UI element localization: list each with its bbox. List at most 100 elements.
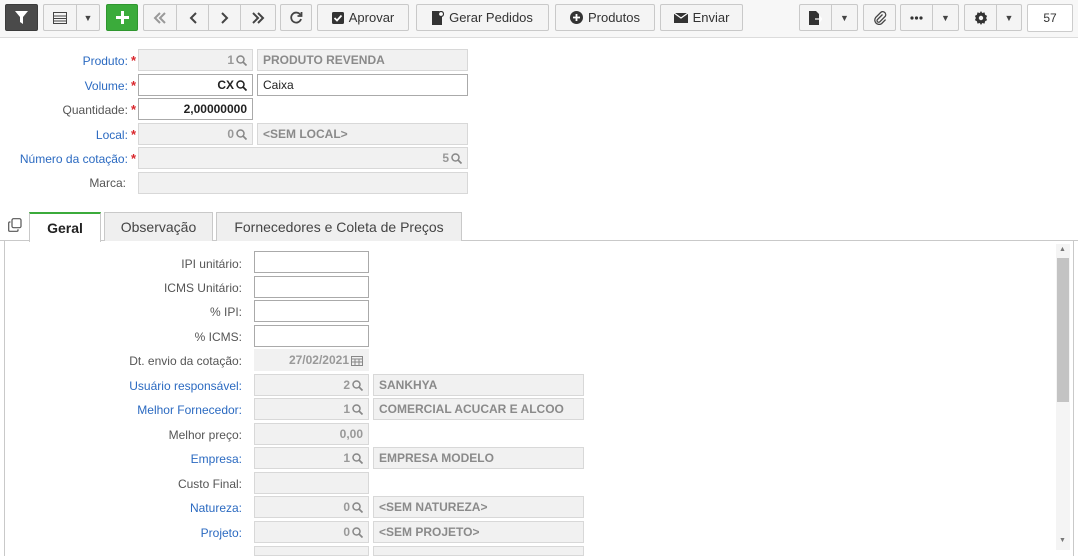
local-code-value: 0 [227,127,234,141]
previous-record-button[interactable] [176,4,209,31]
chevron-right-icon [220,11,228,24]
usuario-code-field[interactable]: 2 [254,374,369,396]
search-icon[interactable] [451,153,462,164]
melhor-fornecedor-label[interactable]: Melhor Fornecedor: [137,403,242,417]
volume-description[interactable]: Caixa [257,74,468,96]
generate-orders-button[interactable]: Gerar Pedidos [416,4,549,31]
marca-field[interactable] [138,172,468,194]
more-options-dropdown[interactable]: ▼ [932,4,959,31]
vertical-scrollbar[interactable]: ▲ ▼ [1056,244,1070,550]
settings-button[interactable] [964,4,997,31]
grid-icon [53,11,67,24]
search-icon[interactable] [352,527,363,538]
marca-label: Marca: [89,176,126,190]
plus-circle-icon [569,11,583,24]
local-label[interactable]: Local: * [96,127,136,142]
search-icon[interactable] [352,502,363,513]
empresa-label[interactable]: Empresa: [191,452,242,466]
export-dropdown[interactable]: ▼ [831,4,858,31]
projeto-label[interactable]: Projeto: [201,526,242,540]
scroll-down-icon[interactable]: ▼ [1059,537,1066,544]
numero-cotacao-label-row: Número da cotação: * [0,147,138,169]
tab-fornecedores-label: Fornecedores e Coleta de Preços [234,219,444,235]
melhor-fornecedor-code-field[interactable]: 1 [254,398,369,420]
scroll-up-icon[interactable]: ▲ [1059,246,1066,253]
produto-code-field[interactable]: 1 [138,49,253,71]
numero-cotacao-value: 5 [442,151,449,165]
next-record-button[interactable] [208,4,241,31]
usuario-description: SANKHYA [373,374,584,396]
next-row-description [373,546,584,556]
icms-unitario-field[interactable] [254,276,369,298]
dt-envio-field[interactable]: 27/02/2021 [254,349,369,371]
paperclip-icon [873,10,886,25]
chevron-down-icon: ▼ [1004,12,1014,23]
toolbar: ▼ Aprovar Gerar Pedidos Produtos Enviar … [0,0,1078,38]
projeto-code-field[interactable]: 0 [254,521,369,543]
chevron-left-icon [189,11,197,24]
melhor-preco-label: Melhor preço: [168,428,242,442]
export-button[interactable] [799,4,832,31]
ellipsis-icon [910,15,923,20]
tab-fornecedores[interactable]: Fornecedores e Coleta de Preços [216,212,462,241]
melhor-fornecedor-description: COMERCIAL ACUCAR E ALCOO [373,398,584,420]
add-button[interactable] [106,4,138,31]
quantidade-field[interactable]: 2,00000000 [138,98,253,120]
numero-cotacao-label[interactable]: Número da cotação: * [20,151,136,166]
search-icon[interactable] [352,404,363,415]
last-record-button[interactable] [240,4,276,31]
search-icon[interactable] [352,380,363,391]
custo-final-label: Custo Final: [177,477,242,491]
volume-label[interactable]: Volume: * [85,78,136,93]
search-icon[interactable] [352,453,363,464]
pct-icms-field[interactable] [254,325,369,347]
custo-final-field[interactable] [254,472,369,494]
tab-geral-label: Geral [47,220,83,236]
numero-cotacao-field[interactable]: 5 [138,147,468,169]
refresh-button[interactable] [280,4,312,31]
double-chevron-right-icon [252,11,265,24]
next-row-code-field[interactable] [254,546,369,556]
produto-label[interactable]: Produto: * [83,53,136,68]
natureza-code-value: 0 [343,500,350,514]
approve-button[interactable]: Aprovar [317,4,409,31]
required-marker: * [130,78,136,93]
attachment-button[interactable] [863,4,896,31]
produto-description: PRODUTO REVENDA [257,49,468,71]
send-button[interactable]: Enviar [660,4,743,31]
pct-ipi-field[interactable] [254,300,369,322]
file-export-icon [809,10,822,25]
natureza-label[interactable]: Natureza: [190,501,242,515]
melhor-preco-field[interactable]: 0,00 [254,423,369,445]
settings-dropdown[interactable]: ▼ [996,4,1022,31]
usuario-label[interactable]: Usuário responsável: [129,379,242,393]
filter-button[interactable] [5,4,38,31]
more-options-button[interactable] [900,4,933,31]
scrollbar-thumb[interactable] [1057,258,1069,402]
copy-icon[interactable] [8,218,22,232]
dt-envio-value: 27/02/2021 [288,353,349,367]
tab-observacao[interactable]: Observação [104,212,213,241]
local-code-field[interactable]: 0 [138,123,253,145]
chevron-down-icon: ▼ [83,12,93,23]
required-marker: * [130,127,136,142]
calendar-icon[interactable] [351,355,363,366]
first-record-button[interactable] [143,4,177,31]
products-button[interactable]: Produtos [555,4,655,31]
volume-code-field[interactable]: CX [138,74,253,96]
empresa-code-value: 1 [343,451,350,465]
natureza-code-field[interactable]: 0 [254,496,369,518]
grid-view-dropdown[interactable]: ▼ [76,4,100,31]
double-chevron-left-icon [153,11,166,24]
search-icon[interactable] [236,129,247,140]
ipi-unitario-field[interactable] [254,251,369,273]
search-icon[interactable] [236,80,247,91]
approve-label: Aprovar [348,10,395,25]
local-label-row: Local: * [0,123,138,145]
search-icon[interactable] [236,55,247,66]
empresa-code-field[interactable]: 1 [254,447,369,469]
tab-observacao-label: Observação [120,219,197,235]
produto-label-row: Produto: * [0,49,138,71]
grid-view-button[interactable] [43,4,77,31]
tab-geral[interactable]: Geral [29,212,101,242]
